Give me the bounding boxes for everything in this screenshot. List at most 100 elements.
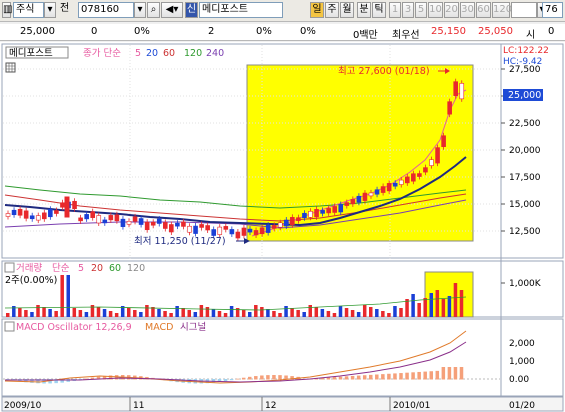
- candle-body: [223, 226, 229, 230]
- candle-body: [429, 159, 434, 166]
- count-input[interactable]: 76: [542, 2, 563, 18]
- price-tick-label: 15,000: [509, 200, 541, 210]
- candle-body: [72, 200, 77, 210]
- volume-bar: [108, 311, 113, 317]
- interval-select[interactable]: [511, 2, 537, 18]
- price-tick-label: 27,500: [509, 65, 541, 75]
- candle-body: [290, 217, 295, 226]
- volume-bar: [199, 305, 204, 317]
- best-bid: 25,050: [478, 26, 513, 37]
- period-minute-button[interactable]: 분: [357, 2, 371, 18]
- volume-bar: [260, 307, 264, 317]
- candle-body: [265, 224, 271, 233]
- candle-body: [64, 196, 70, 218]
- chart-icon[interactable]: ▥: [2, 2, 12, 18]
- price-tick-label: 20,000: [509, 146, 541, 156]
- volume-bar: [145, 305, 149, 317]
- candle-body: [35, 215, 41, 221]
- ma-label: 종가 단순: [83, 48, 121, 59]
- volume-bar: [96, 307, 101, 317]
- minute-1-button[interactable]: 1: [389, 2, 401, 18]
- macd-histogram-bar: [387, 373, 391, 380]
- period-week-button[interactable]: 주: [325, 2, 339, 18]
- volume-bar: [435, 290, 440, 317]
- candle-body: [259, 227, 265, 235]
- macd-panel-icon[interactable]: [4, 321, 15, 332]
- candle-body: [411, 173, 416, 182]
- search-icon[interactable]: ⌕: [147, 2, 160, 18]
- candle-body: [5, 213, 11, 217]
- period-month-button[interactable]: 월: [340, 2, 354, 18]
- current-price-label: 25,000: [508, 90, 541, 101]
- macd-histogram-bar: [332, 377, 337, 380]
- ma60-legend: 60: [163, 48, 175, 59]
- candle-body: [144, 221, 150, 231]
- candle-body: [302, 212, 307, 219]
- ma5-legend: 5: [135, 48, 141, 59]
- minute-20-button[interactable]: 20: [444, 2, 459, 18]
- market-select[interactable]: 주식: [13, 2, 44, 18]
- candle-body: [380, 186, 386, 193]
- period-tick-button[interactable]: 틱: [372, 2, 386, 18]
- volume-bar: [48, 309, 52, 317]
- sound-icon[interactable]: ◀▾: [161, 2, 183, 18]
- minute-120-button[interactable]: 120: [492, 2, 512, 18]
- minute-3-button[interactable]: 3: [402, 2, 414, 18]
- candle-body: [362, 192, 368, 201]
- macd-histogram-bar: [459, 367, 464, 380]
- macd-histogram-bar: [235, 378, 240, 380]
- minute-60-button[interactable]: 60: [476, 2, 491, 18]
- volume-bar: [302, 312, 306, 317]
- candle-body: [271, 225, 277, 229]
- volume-bar: [447, 296, 452, 317]
- grid-toggle-icon[interactable]: [5, 62, 16, 73]
- volume-panel-icon[interactable]: [4, 262, 15, 273]
- x-label-12: 12: [265, 401, 276, 411]
- candle-body: [78, 217, 83, 222]
- volume-bar: [429, 293, 433, 317]
- quote-change: 0: [91, 26, 98, 37]
- macd-histogram-bar: [435, 370, 440, 380]
- volume-bar: [151, 307, 155, 317]
- volume-bar: [193, 312, 198, 317]
- candle-body: [84, 214, 89, 220]
- volume-ma20-legend: 20: [91, 263, 103, 274]
- macd-histogram-bar: [405, 372, 409, 380]
- minute-5-button[interactable]: 5: [415, 2, 427, 18]
- period-day-button[interactable]: 일: [310, 2, 324, 18]
- volume-bar: [332, 313, 337, 317]
- volume-bar: [66, 275, 70, 317]
- macd-histogram-bar: [241, 377, 246, 380]
- stock-code-input[interactable]: 078160: [78, 2, 134, 18]
- volume-bar: [157, 309, 161, 317]
- candle-body: [447, 101, 452, 115]
- volume-bar: [223, 313, 228, 317]
- candle-body: [283, 219, 289, 227]
- candle-body: [350, 199, 356, 205]
- code-dropdown-icon[interactable]: ▾: [134, 2, 146, 18]
- quote-volume-pct: 0%: [256, 26, 272, 37]
- macd-title: MACD Oscillator 12,26,9: [16, 322, 132, 333]
- candle-body: [320, 210, 325, 214]
- minute-10-button[interactable]: 10: [428, 2, 443, 18]
- link-icon[interactable]: 신: [185, 2, 198, 18]
- lc-label: LC:122.22: [503, 46, 549, 56]
- ma120-legend: 120: [184, 48, 202, 59]
- volume-bar: [127, 308, 131, 317]
- candle-body: [193, 225, 198, 234]
- macd-histogram-bar: [417, 371, 421, 380]
- volume-bar: [417, 303, 421, 317]
- market-dropdown-icon[interactable]: ▾: [44, 2, 56, 18]
- chart-area[interactable]: 최고 27,600 (01/18) 최저 11,250 (11/27) 메디포스…: [0, 42, 565, 412]
- macd-y-tick-1000: 1,000: [509, 357, 535, 367]
- candle-body: [338, 204, 344, 213]
- candle-body: [332, 206, 338, 213]
- candle-body: [296, 217, 301, 221]
- volume-bar: [284, 306, 288, 317]
- candle-body: [308, 211, 313, 218]
- volume-bar: [205, 307, 210, 317]
- volume-bar: [6, 313, 10, 317]
- candle-body: [441, 135, 446, 147]
- minute-30-button[interactable]: 30: [460, 2, 475, 18]
- prefix-label: 전: [60, 3, 70, 14]
